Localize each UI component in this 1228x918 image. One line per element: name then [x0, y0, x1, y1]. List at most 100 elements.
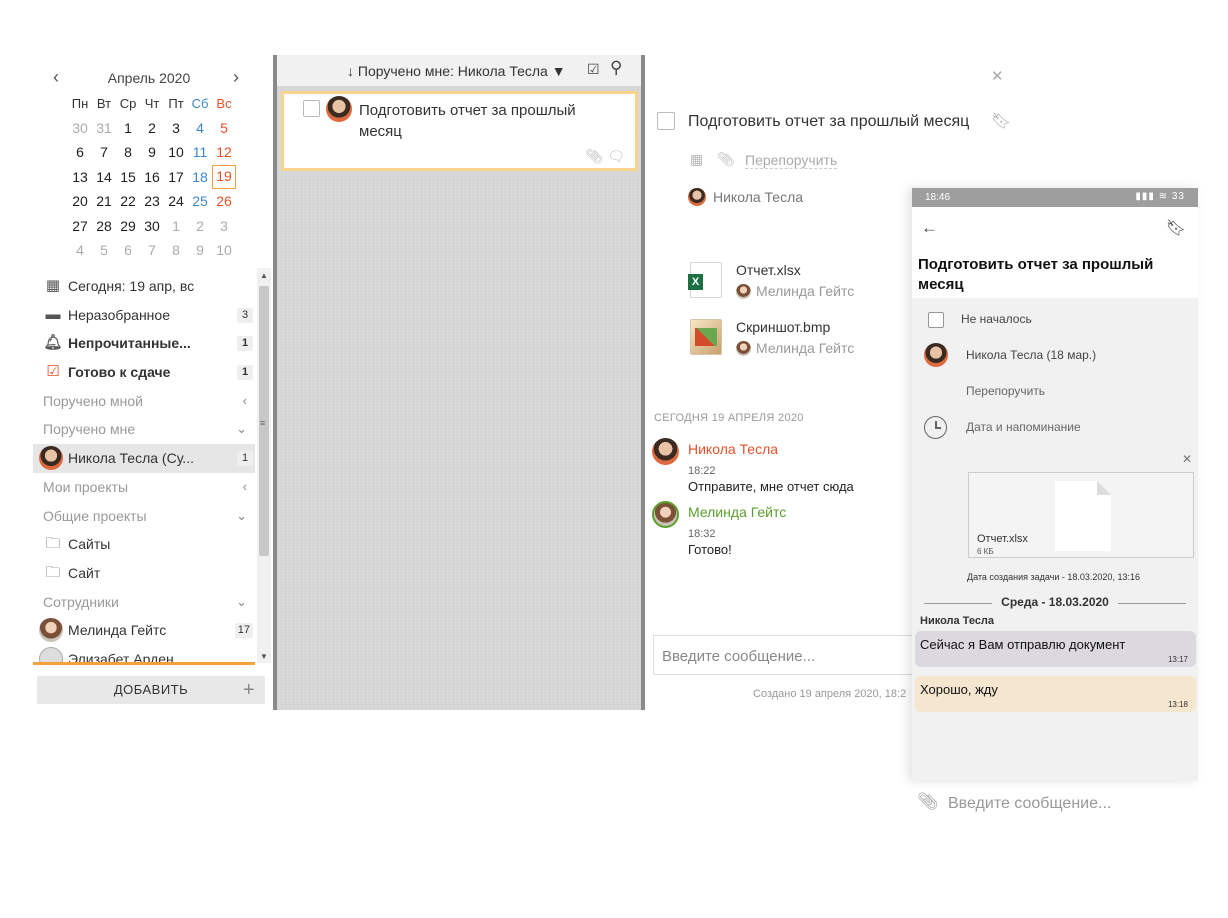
sidebar-item-tesla[interactable]: Никола Тесла (Су... 1: [33, 444, 255, 473]
weekday: Вт: [96, 96, 112, 111]
section-employees[interactable]: Сотрудники ⌄: [33, 588, 255, 617]
calendar-day[interactable]: 1: [164, 214, 188, 238]
calendar-day[interactable]: 5: [212, 116, 236, 140]
calendar-day[interactable]: 11: [188, 140, 212, 164]
section-assigned-by-me[interactable]: Поручено мной ‹: [33, 387, 255, 416]
paperclip-icon[interactable]: 📎︎: [917, 792, 939, 812]
scroll-up-icon[interactable]: ▲: [260, 271, 268, 280]
bookmark-icon[interactable]: 🔖︎: [1166, 218, 1186, 238]
calendar-day[interactable]: 4: [188, 116, 212, 140]
calendar-day[interactable]: 30: [68, 116, 92, 140]
chevron-down-icon[interactable]: ⌄: [236, 502, 247, 531]
calendar-day[interactable]: 21: [92, 189, 116, 213]
calendar-day[interactable]: 10: [164, 140, 188, 164]
message-text: Отправите, мне отчет сюда: [688, 479, 854, 494]
weekday-row: Пн Вт Ср Чт Пт Сб Вс: [68, 96, 238, 116]
calendar-day[interactable]: 9: [140, 140, 164, 164]
reassign-link[interactable]: Перепоручить: [966, 384, 1045, 398]
calendar-day[interactable]: 2: [188, 214, 212, 238]
sidebar-scrollbar[interactable]: ▲ ≡ ▼: [257, 268, 271, 663]
calendar-day[interactable]: 7: [140, 238, 164, 262]
mobile-message-input[interactable]: 📎︎ Введите сообщение...: [917, 792, 1197, 816]
task-card[interactable]: Подготовить отчет за прошлый месяц 📎︎ 🗨︎: [281, 91, 638, 171]
attachment-bmp[interactable]: Скриншот.bmp Мелинда Гейтс: [690, 319, 950, 363]
sidebar-nav: ▦ Сегодня: 19 апр, вс ▬ Неразобранное 3 …: [33, 272, 255, 663]
section-assigned-to-me[interactable]: Поручено мне ⌄: [33, 415, 255, 444]
sidebar-item-unsorted[interactable]: ▬ Неразобранное 3: [33, 301, 255, 330]
checkbox-filter-icon[interactable]: ☑: [587, 61, 600, 78]
sidebar-item-unread[interactable]: 🔔︎ Непрочитанные... 1: [33, 329, 255, 358]
sidebar-item-project-sites[interactable]: 🗀 Сайты: [33, 530, 255, 559]
sidebar-item-elizabeth[interactable]: Элизабет Арден: [33, 645, 255, 663]
calendar-day[interactable]: 6: [116, 238, 140, 262]
calendar-day[interactable]: 28: [92, 214, 116, 238]
calendar-day[interactable]: 13: [68, 165, 92, 189]
status-checkbox[interactable]: [928, 312, 944, 328]
excel-file-icon: [688, 262, 722, 298]
sidebar-item-ready[interactable]: ☑ Готово к сдаче 1: [33, 358, 255, 387]
calendar-day[interactable]: 3: [212, 214, 236, 238]
calendar-day[interactable]: 17: [164, 165, 188, 189]
calendar-day[interactable]: 14: [92, 165, 116, 189]
calendar-day[interactable]: 26: [212, 189, 236, 213]
add-button[interactable]: ДОБАВИТЬ +: [37, 676, 265, 704]
calendar-day[interactable]: 6: [68, 140, 92, 164]
message-input[interactable]: Введите сообщение...: [653, 635, 953, 675]
chevron-down-icon[interactable]: ⌄: [236, 415, 247, 444]
calendar-day[interactable]: 8: [116, 140, 140, 164]
chevron-right-icon[interactable]: ›: [233, 68, 247, 86]
calendar-day[interactable]: 31: [92, 116, 116, 140]
sidebar-item-melinda[interactable]: Мелинда Гейтс 17: [33, 616, 255, 645]
calendar-day[interactable]: 2: [140, 116, 164, 140]
back-arrow-icon[interactable]: ←: [921, 218, 938, 238]
assignee[interactable]: Никола Тесла: [688, 188, 803, 206]
bookmark-icon[interactable]: 🔖︎: [991, 111, 1011, 131]
calendar-day[interactable]: 29: [116, 214, 140, 238]
calendar-day[interactable]: 7: [92, 140, 116, 164]
calendar-day[interactable]: 24: [164, 189, 188, 213]
sidebar-item-project-site[interactable]: 🗀 Сайт: [33, 559, 255, 588]
paperclip-icon[interactable]: 📎︎: [717, 151, 735, 167]
calendar-day-today[interactable]: 19: [212, 164, 236, 190]
calendar-day[interactable]: 25: [188, 189, 212, 213]
reassign-link[interactable]: Перепоручить: [745, 152, 838, 169]
calendar-day[interactable]: 22: [116, 189, 140, 213]
attachment-xlsx[interactable]: Отчет.xlsx Мелинда Гейтс: [688, 262, 950, 306]
task-checkbox[interactable]: [303, 100, 320, 117]
calendar-day[interactable]: 10: [212, 238, 236, 262]
calendar-day[interactable]: 8: [164, 238, 188, 262]
chevron-down-icon[interactable]: ⌄: [236, 588, 247, 617]
inbox-icon: ▬: [45, 305, 61, 323]
weekday: Пт: [168, 96, 184, 111]
chat-date-separator: Среда - 18.03.2020: [912, 595, 1198, 609]
calendar-day[interactable]: 27: [68, 214, 92, 238]
calendar-day[interactable]: 23: [140, 189, 164, 213]
calendar-day[interactable]: 16: [140, 165, 164, 189]
calendar-day[interactable]: 1: [116, 116, 140, 140]
calendar-day[interactable]: 30: [140, 214, 164, 238]
attachment-card[interactable]: Отчет.xlsx 6 КБ: [968, 472, 1194, 558]
close-icon[interactable]: ✕: [1182, 452, 1192, 466]
calendar-day[interactable]: 15: [116, 165, 140, 189]
search-icon[interactable]: ⚲: [610, 58, 622, 78]
calendar-icon[interactable]: ▦: [690, 151, 703, 167]
calendar-day[interactable]: 20: [68, 189, 92, 213]
section-shared-projects[interactable]: Общие проекты ⌄: [33, 502, 255, 531]
calendar-day[interactable]: 4: [68, 238, 92, 262]
chevron-left-icon[interactable]: ‹: [243, 387, 247, 416]
sidebar-item-today[interactable]: ▦ Сегодня: 19 апр, вс: [33, 272, 255, 301]
close-icon[interactable]: ✕: [991, 67, 1004, 85]
calendar-day[interactable]: 5: [92, 238, 116, 262]
section-label: Поручено мне: [43, 421, 136, 438]
task-checkbox[interactable]: [657, 112, 675, 130]
calendar-day[interactable]: 12: [212, 140, 236, 164]
filter-dropdown[interactable]: ↓ Поручено мне: Никола Тесла ▼: [347, 63, 566, 79]
scroll-down-icon[interactable]: ▼: [260, 652, 268, 661]
sidebar-item-label: Непрочитанные...: [68, 335, 191, 352]
section-my-projects[interactable]: Мои проекты ‹: [33, 473, 255, 502]
calendar-day[interactable]: 3: [164, 116, 188, 140]
chevron-left-icon[interactable]: ‹: [243, 473, 247, 502]
calendar-day[interactable]: 9: [188, 238, 212, 262]
message-author: Мелинда Гейтс: [688, 504, 787, 520]
calendar-day[interactable]: 18: [188, 165, 212, 189]
